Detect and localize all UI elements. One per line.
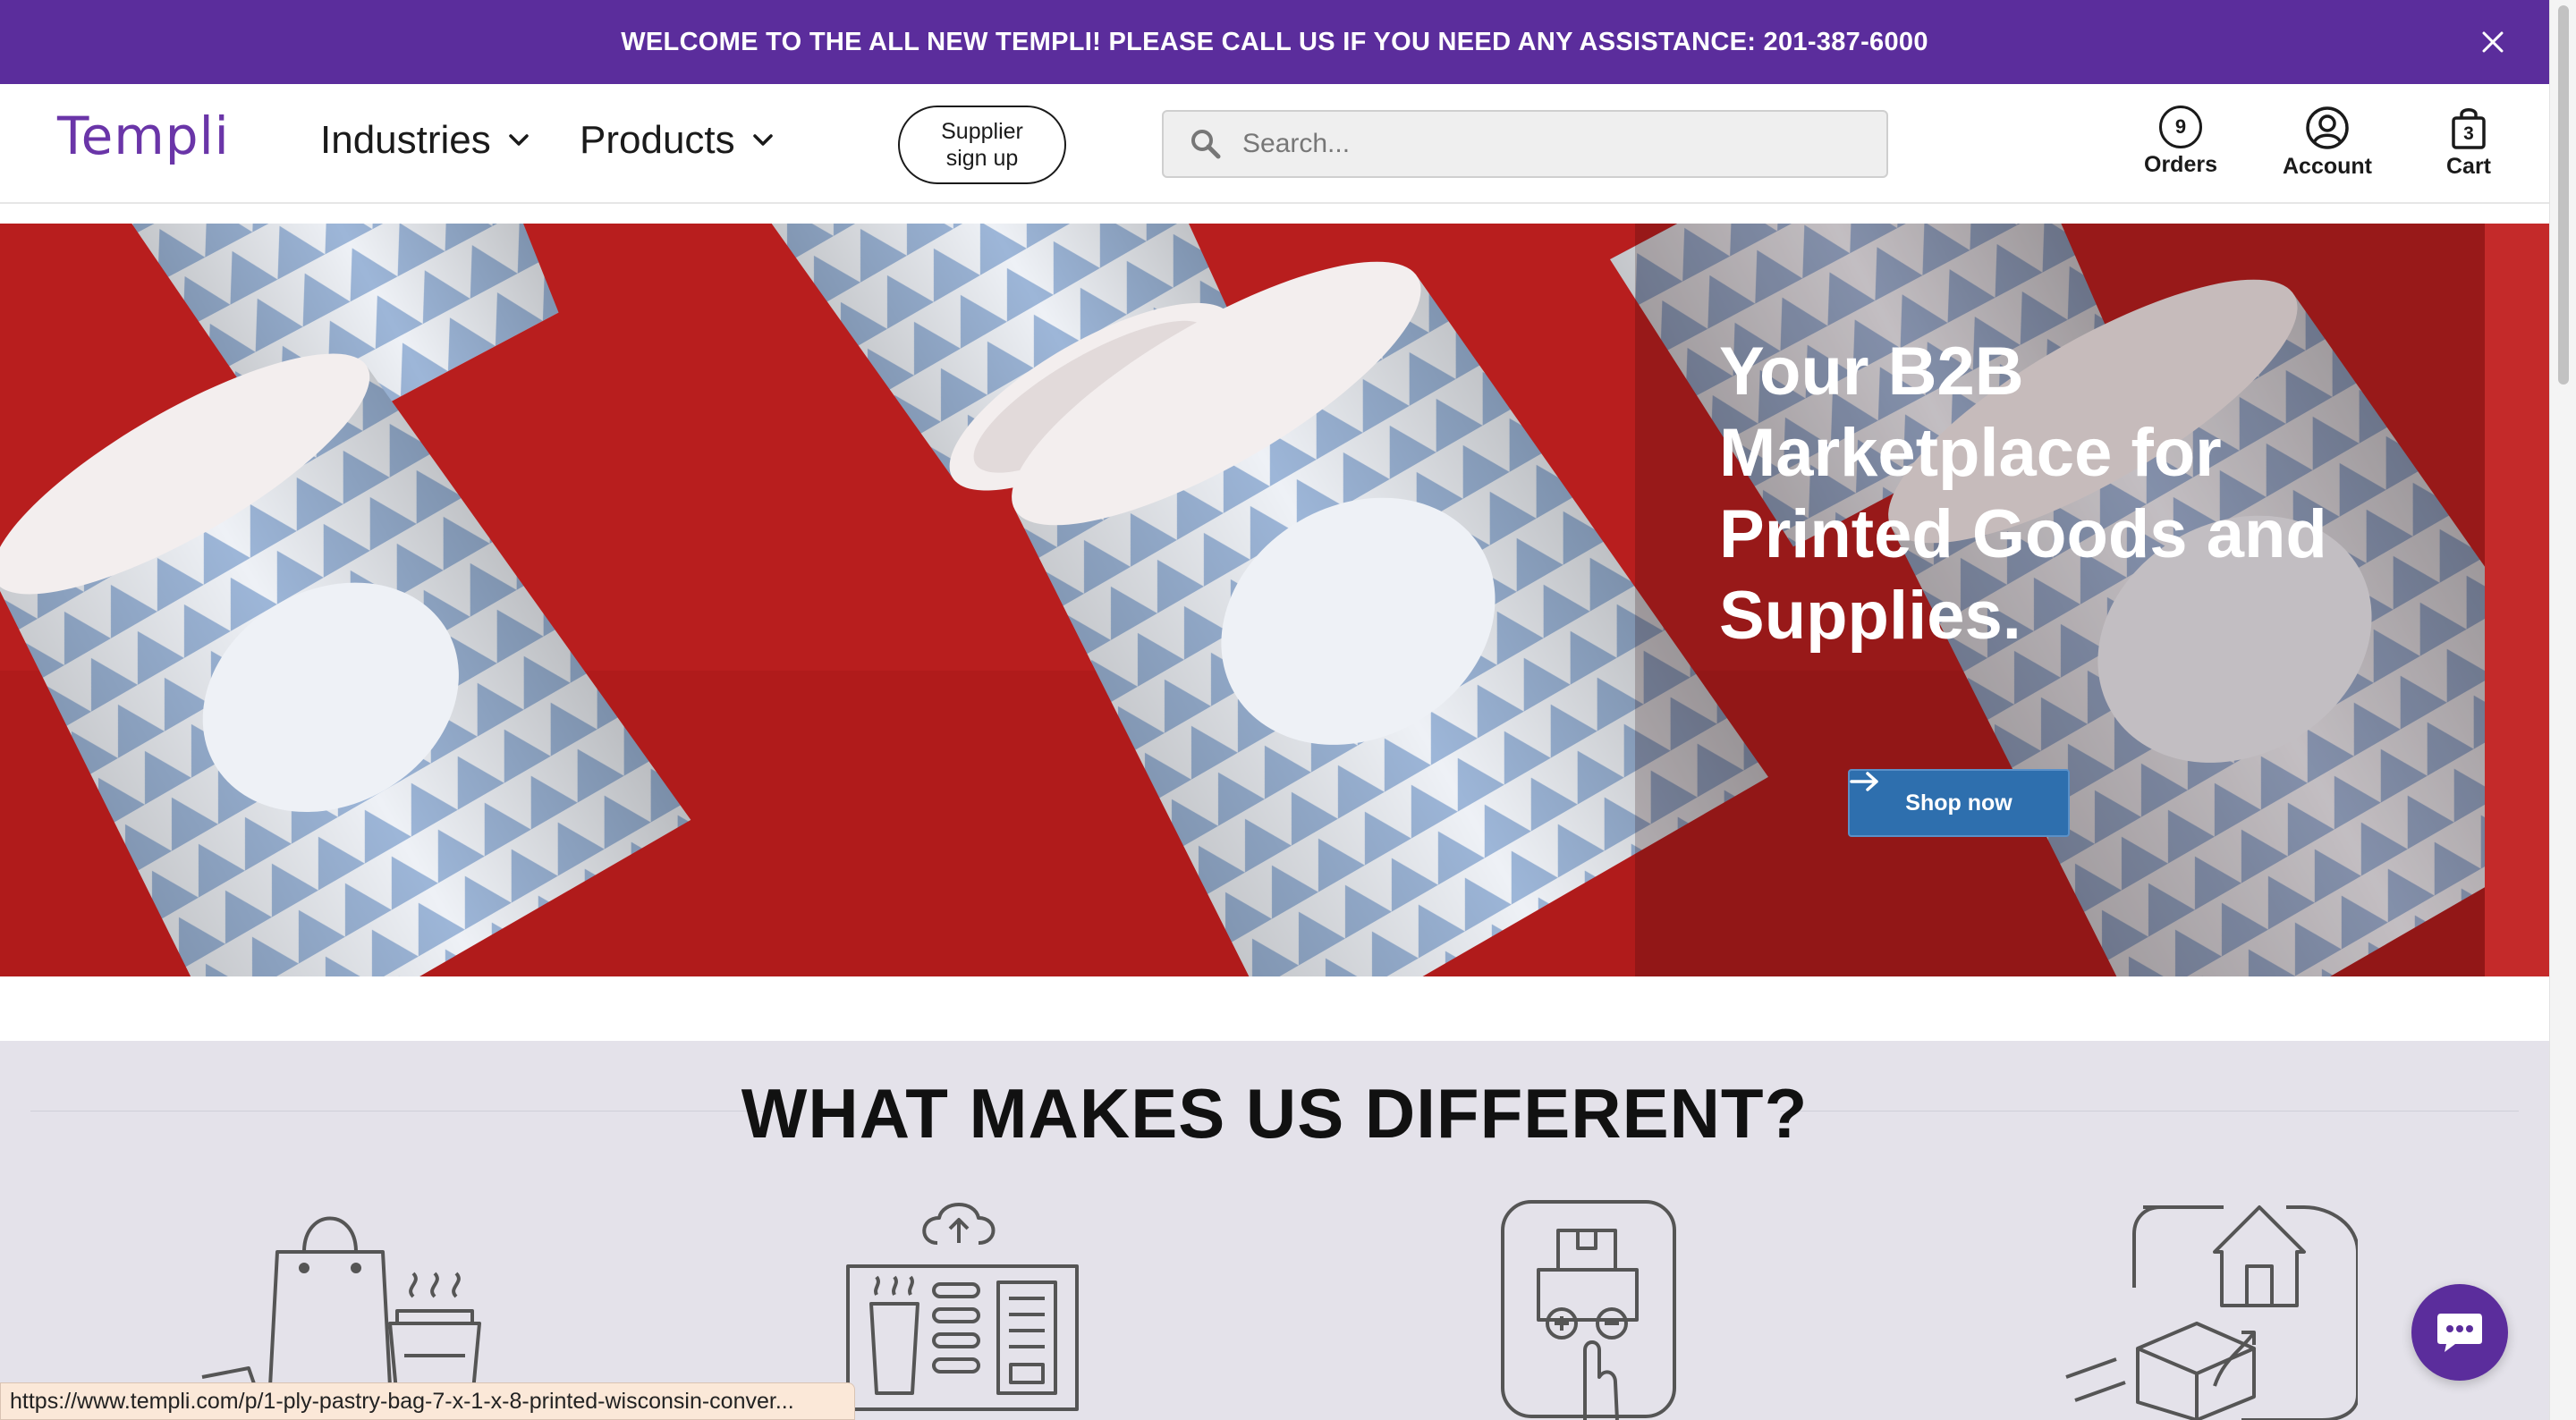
arrow-right-icon — [1850, 772, 1878, 791]
search-icon — [1191, 130, 1221, 159]
order-quantity-touch-icon — [1501, 1200, 1676, 1420]
nav-products-label: Products — [580, 118, 735, 162]
cart-count: 3 — [2463, 123, 2474, 144]
account-label: Account — [2283, 154, 2372, 179]
cloud-upload-catalog-icon — [846, 1203, 1079, 1411]
account-icon — [2306, 106, 2349, 149]
nav-products[interactable]: Products — [580, 118, 775, 163]
chevron-down-icon — [509, 134, 529, 146]
chat-bubble-icon — [2437, 1314, 2482, 1352]
chat-button[interactable] — [2411, 1284, 2508, 1381]
hero-banner: Your B2B Marketplace for Printed Goods a… — [0, 224, 2549, 976]
scrollbar-thumb[interactable] — [2558, 5, 2569, 385]
orders-button[interactable]: 9 Orders — [2143, 106, 2218, 178]
cart-button[interactable]: 3 Cart — [2444, 106, 2494, 180]
nav-industries[interactable]: Industries — [320, 118, 530, 163]
announcement-text: WELCOME TO THE ALL NEW TEMPLI! PLEASE CA… — [621, 27, 1928, 56]
hero-title: Your B2B Marketplace for Printed Goods a… — [1719, 334, 2327, 654]
announcement-bar: WELCOME TO THE ALL NEW TEMPLI! PLEASE CA… — [0, 0, 2549, 84]
cart-bag-icon: 3 — [2449, 106, 2488, 150]
orders-count-badge: 9 — [2159, 106, 2202, 148]
supplier-signup-button[interactable]: Supplier sign up — [898, 106, 1066, 184]
shop-now-button[interactable]: Shop now — [1848, 769, 2070, 837]
nav-industries-label: Industries — [320, 118, 491, 162]
different-section: WHAT MAKES US DIFFERENT? — [0, 1041, 2549, 1420]
account-button[interactable]: Account — [2283, 106, 2372, 180]
cart-label: Cart — [2445, 154, 2491, 179]
delivery-home-icon — [2065, 1205, 2358, 1420]
chevron-down-icon — [752, 134, 773, 146]
close-icon[interactable] — [2474, 23, 2512, 61]
templi-logo[interactable]: Templi — [57, 106, 230, 166]
scrollbar[interactable] — [2549, 0, 2576, 1420]
section-title: WHAT MAKES US DIFFERENT? — [741, 1074, 1809, 1153]
orders-label: Orders — [2144, 152, 2217, 177]
search-bar[interactable] — [1162, 110, 1888, 178]
shop-now-label: Shop now — [1905, 790, 2012, 816]
site-header: Templi Industries Products Supplier sign… — [0, 84, 2549, 204]
status-url: https://www.templi.com/p/1-ply-pastry-ba… — [0, 1382, 855, 1420]
search-input[interactable] — [1242, 129, 1868, 159]
